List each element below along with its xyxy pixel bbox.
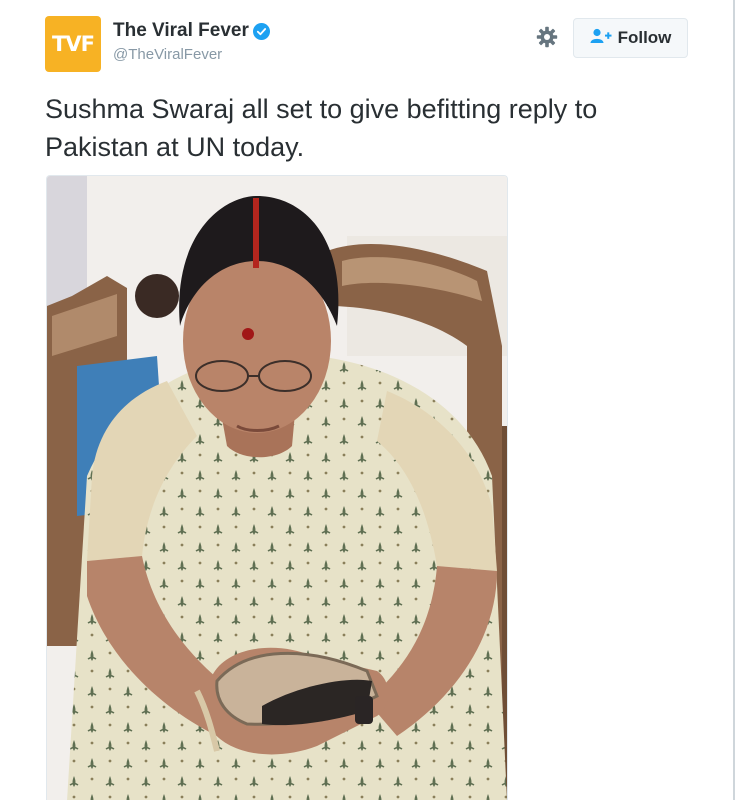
account-handle[interactable]: @TheViralFever	[113, 46, 270, 63]
tweet-header: TVF The Viral Fever @TheViralFever Follo…	[45, 16, 695, 74]
follow-button-label: Follow	[617, 28, 672, 47]
avatar-logo-text: TVF	[52, 32, 95, 56]
tweet-photo[interactable]	[46, 175, 508, 800]
add-user-icon	[590, 28, 612, 49]
photo-image	[47, 176, 507, 800]
name-row: The Viral Fever	[113, 20, 270, 42]
avatar[interactable]: TVF	[45, 16, 101, 72]
page-right-border	[733, 0, 735, 800]
follow-button[interactable]: Follow	[573, 18, 688, 58]
tweet-text: Sushma Swaraj all set to give befitting …	[45, 94, 598, 162]
gear-icon[interactable]	[535, 25, 559, 49]
display-name[interactable]: The Viral Fever	[113, 20, 249, 42]
verified-badge-icon	[252, 22, 270, 40]
account-info: The Viral Fever @TheViralFever	[113, 20, 270, 63]
